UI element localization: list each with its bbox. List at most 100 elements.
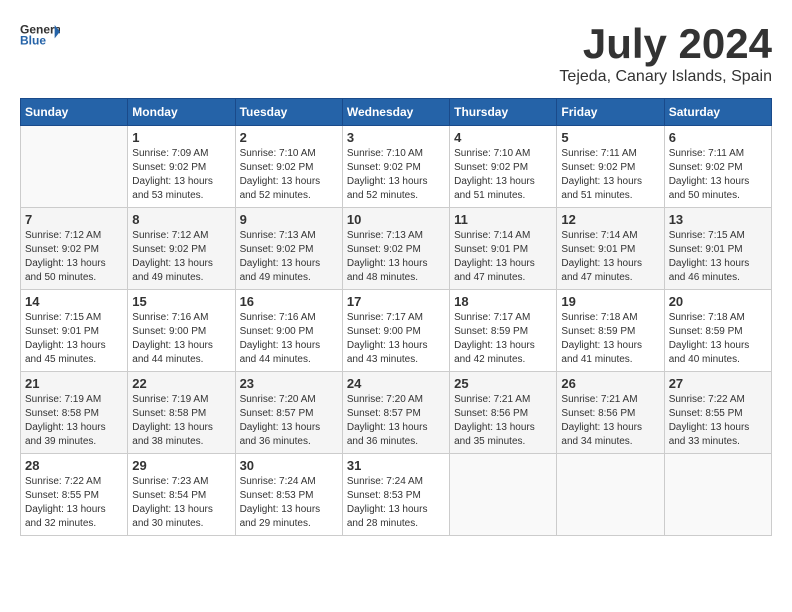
calendar-week-row: 21 Sunrise: 7:19 AM Sunset: 8:58 PM Dayli… — [21, 372, 772, 454]
day-number: 22 — [132, 376, 230, 391]
logo-icon: General Blue — [20, 20, 60, 50]
day-info: Sunrise: 7:19 AM Sunset: 8:58 PM Dayligh… — [132, 393, 230, 449]
day-number: 1 — [132, 130, 230, 145]
calendar-cell: 9Sunrise: 7:13 AM Sunset: 9:02 PM Daylig… — [235, 208, 342, 290]
calendar-cell: 29 Sunrise: 7:23 AM Sunset: 8:54 PM Dayli… — [128, 454, 235, 536]
calendar-cell: 27 Sunrise: 7:22 AM Sunset: 8:55 PM Dayli… — [664, 372, 771, 454]
calendar-cell: 23Sunrise: 7:20 AM Sunset: 8:57 PM Dayli… — [235, 372, 342, 454]
day-number: 29 — [132, 458, 230, 473]
day-number: 4 — [454, 130, 552, 145]
calendar-cell: 18Sunrise: 7:17 AM Sunset: 8:59 PM Dayli… — [450, 290, 557, 372]
day-info: Sunrise: 7:15 AM Sunset: 9:01 PM Dayligh… — [669, 229, 767, 285]
column-header-friday: Friday — [557, 99, 664, 126]
day-number: 19 — [561, 294, 659, 309]
calendar-cell: 12 Sunrise: 7:14 AM Sunset: 9:01 PM Dayli… — [557, 208, 664, 290]
day-info: Sunrise: 7:23 AM Sunset: 8:54 PM Dayligh… — [132, 475, 230, 531]
day-number: 21 — [25, 376, 123, 391]
day-number: 25 — [454, 376, 552, 391]
day-number: 30 — [240, 458, 338, 473]
calendar-cell: 31 Sunrise: 7:24 AM Sunset: 8:53 PM Dayli… — [342, 454, 449, 536]
day-info: Sunrise: 7:22 AM Sunset: 8:55 PM Dayligh… — [25, 475, 123, 531]
day-info: Sunrise: 7:16 AM Sunset: 9:00 PM Dayligh… — [132, 311, 230, 367]
calendar-cell: 7Sunrise: 7:12 AM Sunset: 9:02 PM Daylig… — [21, 208, 128, 290]
calendar-cell — [557, 454, 664, 536]
calendar-cell: 30 Sunrise: 7:24 AM Sunset: 8:53 PM Dayli… — [235, 454, 342, 536]
day-info: Sunrise: 7:09 AM Sunset: 9:02 PM Dayligh… — [132, 147, 230, 203]
calendar-cell: 26Sunrise: 7:21 AM Sunset: 8:56 PM Dayli… — [557, 372, 664, 454]
day-number: 11 — [454, 212, 552, 227]
day-number: 16 — [240, 294, 338, 309]
day-info: Sunrise: 7:13 AM Sunset: 9:02 PM Dayligh… — [240, 229, 338, 285]
calendar-cell: 15 Sunrise: 7:16 AM Sunset: 9:00 PM Dayli… — [128, 290, 235, 372]
day-number: 31 — [347, 458, 445, 473]
calendar-cell: 11Sunrise: 7:14 AM Sunset: 9:01 PM Dayli… — [450, 208, 557, 290]
calendar-cell: 16 Sunrise: 7:16 AM Sunset: 9:00 PM Dayli… — [235, 290, 342, 372]
day-info: Sunrise: 7:22 AM Sunset: 8:55 PM Dayligh… — [669, 393, 767, 449]
calendar-cell: 10Sunrise: 7:13 AM Sunset: 9:02 PM Dayli… — [342, 208, 449, 290]
column-header-tuesday: Tuesday — [235, 99, 342, 126]
calendar-cell: 25Sunrise: 7:21 AM Sunset: 8:56 PM Dayli… — [450, 372, 557, 454]
day-number: 2 — [240, 130, 338, 145]
day-info: Sunrise: 7:13 AM Sunset: 9:02 PM Dayligh… — [347, 229, 445, 285]
svg-text:Blue: Blue — [20, 33, 46, 47]
calendar-body: 1 Sunrise: 7:09 AM Sunset: 9:02 PM Daylig… — [21, 126, 772, 536]
calendar-cell: 13Sunrise: 7:15 AM Sunset: 9:01 PM Dayli… — [664, 208, 771, 290]
calendar-cell — [450, 454, 557, 536]
day-info: Sunrise: 7:10 AM Sunset: 9:02 PM Dayligh… — [240, 147, 338, 203]
day-info: Sunrise: 7:16 AM Sunset: 9:00 PM Dayligh… — [240, 311, 338, 367]
day-number: 23 — [240, 376, 338, 391]
day-info: Sunrise: 7:11 AM Sunset: 9:02 PM Dayligh… — [561, 147, 659, 203]
day-info: Sunrise: 7:10 AM Sunset: 9:02 PM Dayligh… — [347, 147, 445, 203]
calendar-week-row: 14 Sunrise: 7:15 AM Sunset: 9:01 PM Dayli… — [21, 290, 772, 372]
day-info: Sunrise: 7:11 AM Sunset: 9:02 PM Dayligh… — [669, 147, 767, 203]
calendar-cell: 4Sunrise: 7:10 AM Sunset: 9:02 PM Daylig… — [450, 126, 557, 208]
column-header-wednesday: Wednesday — [342, 99, 449, 126]
day-number: 17 — [347, 294, 445, 309]
day-number: 12 — [561, 212, 659, 227]
calendar-cell: 19 Sunrise: 7:18 AM Sunset: 8:59 PM Dayli… — [557, 290, 664, 372]
day-number: 3 — [347, 130, 445, 145]
page-header: General Blue July 2024 Tejeda, Canary Is… — [20, 20, 772, 86]
calendar-cell: 8 Sunrise: 7:12 AM Sunset: 9:02 PM Daylig… — [128, 208, 235, 290]
calendar-cell: 3 Sunrise: 7:10 AM Sunset: 9:02 PM Daylig… — [342, 126, 449, 208]
day-info: Sunrise: 7:17 AM Sunset: 8:59 PM Dayligh… — [454, 311, 552, 367]
day-info: Sunrise: 7:21 AM Sunset: 8:56 PM Dayligh… — [561, 393, 659, 449]
day-info: Sunrise: 7:20 AM Sunset: 8:57 PM Dayligh… — [347, 393, 445, 449]
day-number: 5 — [561, 130, 659, 145]
day-info: Sunrise: 7:24 AM Sunset: 8:53 PM Dayligh… — [240, 475, 338, 531]
title-area: July 2024 Tejeda, Canary Islands, Spain — [559, 20, 772, 86]
calendar-week-row: 7Sunrise: 7:12 AM Sunset: 9:02 PM Daylig… — [21, 208, 772, 290]
calendar-table: SundayMondayTuesdayWednesdayThursdayFrid… — [20, 98, 772, 536]
day-info: Sunrise: 7:18 AM Sunset: 8:59 PM Dayligh… — [669, 311, 767, 367]
calendar-cell: 1 Sunrise: 7:09 AM Sunset: 9:02 PM Daylig… — [128, 126, 235, 208]
day-info: Sunrise: 7:12 AM Sunset: 9:02 PM Dayligh… — [25, 229, 123, 285]
calendar-cell — [664, 454, 771, 536]
day-number: 14 — [25, 294, 123, 309]
day-number: 15 — [132, 294, 230, 309]
day-number: 27 — [669, 376, 767, 391]
column-header-saturday: Saturday — [664, 99, 771, 126]
day-number: 24 — [347, 376, 445, 391]
column-header-monday: Monday — [128, 99, 235, 126]
day-number: 8 — [132, 212, 230, 227]
calendar-cell: 21 Sunrise: 7:19 AM Sunset: 8:58 PM Dayli… — [21, 372, 128, 454]
calendar-cell: 28 Sunrise: 7:22 AM Sunset: 8:55 PM Dayli… — [21, 454, 128, 536]
calendar-cell: 17 Sunrise: 7:17 AM Sunset: 9:00 PM Dayli… — [342, 290, 449, 372]
day-number: 28 — [25, 458, 123, 473]
calendar-week-row: 28 Sunrise: 7:22 AM Sunset: 8:55 PM Dayli… — [21, 454, 772, 536]
day-number: 20 — [669, 294, 767, 309]
calendar-cell: 2 Sunrise: 7:10 AM Sunset: 9:02 PM Daylig… — [235, 126, 342, 208]
day-number: 6 — [669, 130, 767, 145]
day-info: Sunrise: 7:12 AM Sunset: 9:02 PM Dayligh… — [132, 229, 230, 285]
calendar-header-row: SundayMondayTuesdayWednesdayThursdayFrid… — [21, 99, 772, 126]
calendar-cell: 5 Sunrise: 7:11 AM Sunset: 9:02 PM Daylig… — [557, 126, 664, 208]
day-info: Sunrise: 7:14 AM Sunset: 9:01 PM Dayligh… — [561, 229, 659, 285]
day-info: Sunrise: 7:17 AM Sunset: 9:00 PM Dayligh… — [347, 311, 445, 367]
column-header-sunday: Sunday — [21, 99, 128, 126]
calendar-cell: 20 Sunrise: 7:18 AM Sunset: 8:59 PM Dayli… — [664, 290, 771, 372]
day-info: Sunrise: 7:15 AM Sunset: 9:01 PM Dayligh… — [25, 311, 123, 367]
day-info: Sunrise: 7:24 AM Sunset: 8:53 PM Dayligh… — [347, 475, 445, 531]
calendar-week-row: 1 Sunrise: 7:09 AM Sunset: 9:02 PM Daylig… — [21, 126, 772, 208]
day-info: Sunrise: 7:19 AM Sunset: 8:58 PM Dayligh… — [25, 393, 123, 449]
day-info: Sunrise: 7:18 AM Sunset: 8:59 PM Dayligh… — [561, 311, 659, 367]
